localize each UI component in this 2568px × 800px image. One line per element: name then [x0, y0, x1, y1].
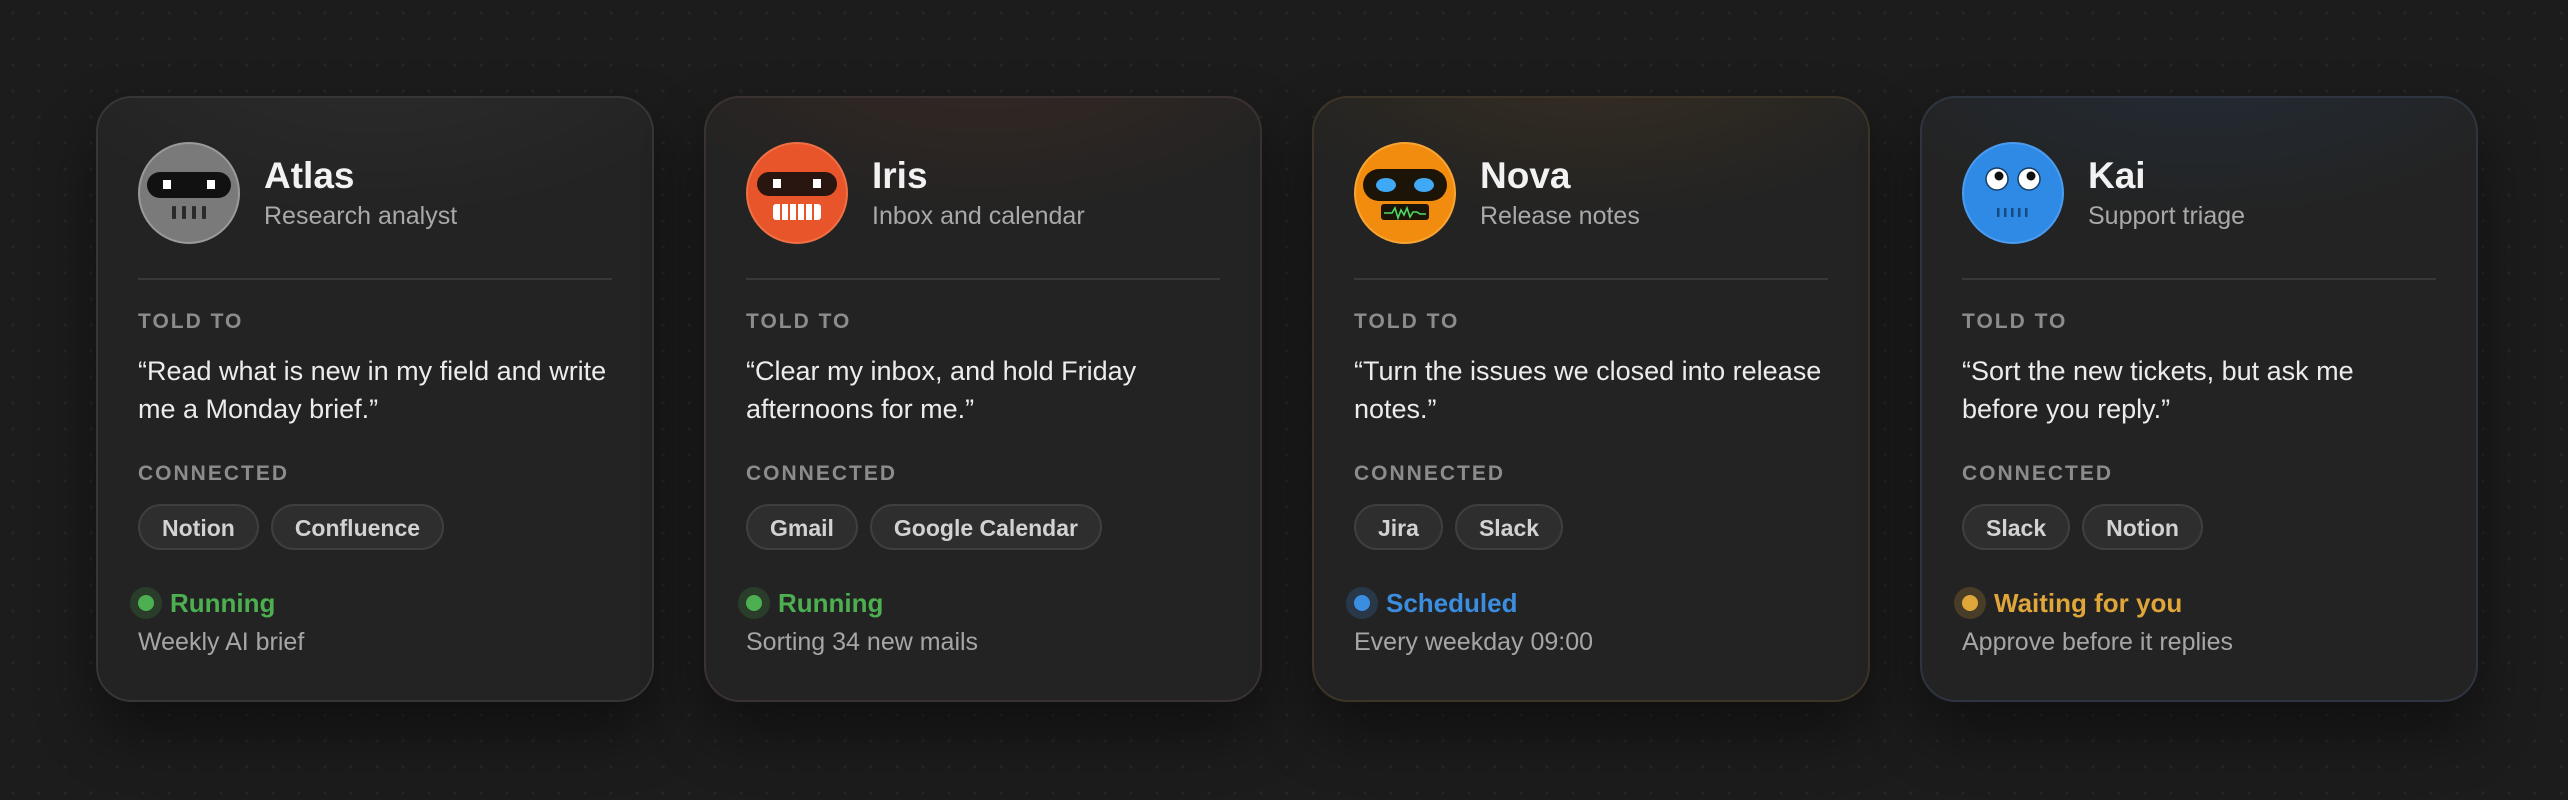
agent-header: Atlas Research analyst	[138, 140, 612, 246]
connected-apps: Gmail Google Calendar	[746, 504, 1220, 550]
agent-cards: Atlas Research analyst TOLD TO “Read wha…	[96, 96, 2478, 702]
agent-title-block: Nova Release notes	[1480, 154, 1640, 232]
robot-googly-eyes-icon	[1962, 142, 2064, 244]
agent-card-kai[interactable]: Kai Support triage TOLD TO “Sort the new…	[1920, 96, 2478, 702]
divider	[138, 278, 612, 280]
connected-label: CONNECTED	[746, 462, 898, 485]
agent-title-block: Atlas Research analyst	[264, 154, 457, 232]
app-chip-gmail[interactable]: Gmail	[746, 504, 858, 550]
divider	[1354, 278, 1828, 280]
status-badge: Running	[130, 586, 612, 620]
app-chip-jira[interactable]: Jira	[1354, 504, 1443, 550]
agent-role: Release notes	[1480, 202, 1640, 230]
agent-name: Iris	[872, 155, 928, 196]
status-dot-icon	[738, 587, 770, 619]
agent-header: Kai Support triage	[1962, 140, 2436, 246]
status-badge: Waiting for you	[1954, 586, 2436, 620]
app-chip-google-calendar[interactable]: Google Calendar	[869, 504, 1102, 550]
told-to-label: TOLD TO	[746, 310, 852, 333]
status-label: Scheduled	[1386, 587, 1518, 618]
agent-instruction: “Read what is new in my field and write …	[138, 356, 607, 424]
agent-title-block: Kai Support triage	[2088, 154, 2245, 232]
told-to-label: TOLD TO	[138, 310, 244, 333]
agent-role: Research analyst	[264, 202, 458, 230]
divider	[746, 278, 1220, 280]
connected-apps: Notion Confluence	[138, 504, 612, 550]
status-dot-icon	[130, 587, 162, 619]
agent-name: Atlas	[264, 155, 355, 196]
connected-label: CONNECTED	[1354, 462, 1506, 485]
connected-label: CONNECTED	[1962, 462, 2114, 485]
agent-role: Inbox and calendar	[872, 202, 1085, 230]
agent-name: Kai	[2088, 155, 2146, 196]
robot-pulse-icon	[1354, 142, 1456, 244]
status-detail: Every weekday 09:00	[1354, 628, 1594, 656]
app-chip-confluence[interactable]: Confluence	[270, 504, 445, 550]
agent-role: Support triage	[2088, 202, 2246, 230]
divider	[1962, 278, 2436, 280]
status-label: Waiting for you	[1994, 587, 2183, 618]
status-label: Running	[778, 587, 884, 618]
app-chip-notion[interactable]: Notion	[2082, 504, 2203, 550]
robot-grin-icon	[746, 142, 848, 244]
agent-card-nova[interactable]: Nova Release notes TOLD TO “Turn the iss…	[1312, 96, 1870, 702]
told-to-label: TOLD TO	[1962, 310, 2068, 333]
status-badge: Scheduled	[1346, 586, 1828, 620]
app-chip-slack[interactable]: Slack	[1454, 504, 1564, 550]
agent-instruction: “Clear my inbox, and hold Friday afterno…	[746, 356, 1137, 424]
connected-apps: Slack Notion	[1962, 504, 2436, 550]
connected-apps: Jira Slack	[1354, 504, 1828, 550]
status-dot-icon	[1346, 587, 1378, 619]
agent-instruction: “Sort the new tickets, but ask me before…	[1962, 356, 2354, 424]
status-detail: Sorting 34 new mails	[746, 628, 979, 656]
agent-name: Nova	[1480, 155, 1571, 196]
app-chip-slack[interactable]: Slack	[1962, 504, 2071, 550]
status-badge: Running	[738, 586, 1220, 620]
status-detail: Approve before it replies	[1962, 628, 2233, 656]
status-detail: Weekly AI brief	[138, 628, 305, 656]
agent-card-iris[interactable]: Iris Inbox and calendar TOLD TO “Clear m…	[704, 96, 1262, 702]
connected-label: CONNECTED	[138, 462, 290, 485]
agent-instruction: “Turn the issues we closed into release …	[1354, 356, 1822, 424]
agent-title-block: Iris Inbox and calendar	[872, 154, 1085, 232]
status-dot-icon	[1954, 587, 1986, 619]
app-chip-notion[interactable]: Notion	[138, 504, 259, 550]
status-label: Running	[170, 587, 276, 618]
agent-card-atlas[interactable]: Atlas Research analyst TOLD TO “Read wha…	[96, 96, 654, 702]
robot-visor-icon	[138, 142, 240, 244]
agent-header: Nova Release notes	[1354, 140, 1828, 246]
told-to-label: TOLD TO	[1354, 310, 1460, 333]
agent-header: Iris Inbox and calendar	[746, 140, 1220, 246]
